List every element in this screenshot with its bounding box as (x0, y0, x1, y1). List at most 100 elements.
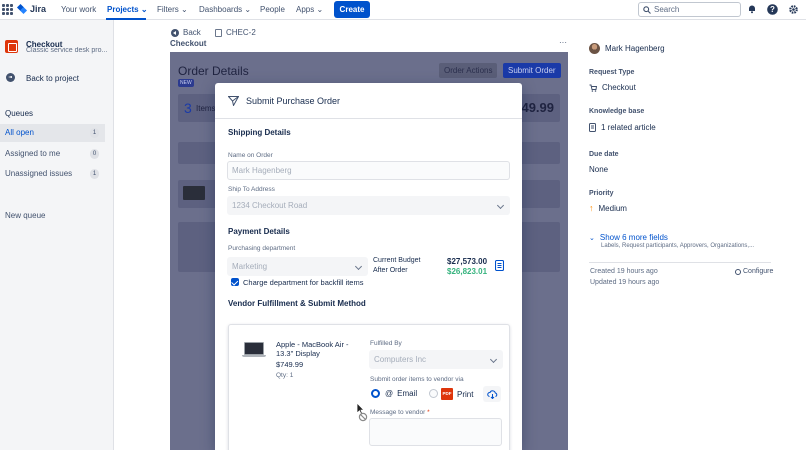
chevron-down-icon: ⌄ (589, 234, 595, 242)
avatar (589, 43, 600, 54)
back-button[interactable]: Back (171, 28, 201, 37)
project-avatar-icon (5, 40, 18, 53)
reporter-field[interactable]: Mark Hagenberg (589, 43, 665, 54)
after-order-value: $26,823.01 (447, 267, 488, 276)
nav-dashboards[interactable]: Dashboards ⌄ (199, 5, 251, 14)
queue-item-assigned-to-me[interactable]: Assigned to me 0 (0, 145, 105, 163)
knowledge-base-label: Knowledge base (589, 108, 645, 115)
laptop-thumbnail (183, 186, 205, 200)
queue-count: 1 (90, 169, 99, 179)
name-on-order-label: Name on Order (228, 152, 273, 159)
updated-timestamp: Updated 19 hours ago (590, 279, 660, 286)
product-name: Apple - MacBook Air - 13.3" Display (276, 340, 349, 358)
message-to-vendor-textarea[interactable] (369, 418, 502, 446)
nav-projects[interactable]: Projects ⌄ (107, 5, 148, 14)
chevron-down-icon: ⌄ (316, 5, 324, 14)
purchasing-department-select[interactable]: Marketing (227, 257, 368, 276)
divider (215, 118, 522, 119)
submit-purchase-order-dialog: Submit Purchase Order Shipping Details N… (215, 83, 522, 450)
create-button[interactable]: Create (334, 1, 370, 18)
ship-to-address-select[interactable]: 1234 Checkout Road (227, 196, 510, 215)
submit-order-button: Submit Order (503, 63, 561, 78)
project-sidebar: Checkout Classic service desk pro... Bac… (0, 20, 114, 450)
queue-count: 0 (90, 149, 99, 159)
help-icon[interactable]: ? (766, 3, 778, 15)
product-price: $749.99 (276, 360, 304, 369)
back-arrow-icon[interactable] (6, 73, 15, 82)
request-type-label: Request Type (589, 69, 635, 76)
email-option[interactable]: @ Email (385, 389, 417, 398)
priority-label: Priority (589, 190, 614, 197)
submit-via-label: Submit order items to vendor via (370, 376, 464, 383)
search-input[interactable]: Search (638, 2, 741, 17)
show-more-fields-button[interactable]: ⌄ Show 6 more fields (589, 233, 668, 242)
nav-filters[interactable]: Filters ⌄ (157, 5, 188, 14)
fulfilled-by-label: Fulfilled By (370, 340, 402, 347)
request-type-value[interactable]: Checkout (589, 83, 636, 92)
cart-icon (589, 84, 597, 92)
dialog-title: Submit Purchase Order (228, 96, 340, 106)
print-radio[interactable] (429, 389, 438, 398)
settings-gear-icon[interactable] (787, 3, 799, 15)
queue-item-unassigned[interactable]: Unassigned issues 1 (0, 165, 105, 183)
related-article-link[interactable]: 1 related article (589, 123, 656, 132)
background-more-icon: ··· (559, 38, 567, 47)
notifications-icon[interactable] (746, 3, 758, 15)
project-type: Classic service desk pro... (26, 47, 108, 54)
order-details-title: Order Details (178, 64, 249, 78)
message-to-vendor-label: Message to vendor * (370, 409, 430, 416)
issue-details-sidebar: Mark Hagenberg Request Type Checkout Kno… (589, 20, 806, 450)
nav-your-work[interactable]: Your work (61, 5, 96, 14)
after-order-label: After Order (373, 267, 408, 274)
order-actions-button: Order Actions (439, 63, 498, 78)
charge-department-label: Charge department for backfill items (243, 278, 364, 287)
pdf-icon: PDF (441, 388, 453, 400)
cloud-download-icon (486, 389, 497, 399)
due-date-label: Due date (589, 151, 619, 158)
due-date-value[interactable]: None (589, 165, 608, 174)
app-switcher-icon[interactable] (2, 4, 13, 15)
budget-details-icon[interactable] (494, 259, 505, 273)
current-budget-label: Current Budget (373, 257, 421, 264)
article-icon (589, 123, 596, 132)
chevron-down-icon: ⌄ (244, 5, 252, 14)
nav-people[interactable]: People (260, 5, 285, 14)
shipping-details-heading: Shipping Details (228, 128, 291, 137)
payment-details-heading: Payment Details (228, 227, 290, 236)
divider (589, 262, 771, 263)
name-on-order-field[interactable]: Mark Hagenberg (227, 161, 510, 180)
created-timestamp: Created 19 hours ago (590, 268, 658, 275)
mouse-cursor-icon (356, 402, 370, 424)
priority-medium-icon: ↑ (589, 203, 594, 213)
vendor-fulfillment-heading: Vendor Fulfillment & Submit Method (228, 299, 366, 308)
top-navigation: Jira Your work Projects ⌄ Filters ⌄ Dash… (0, 0, 806, 20)
back-to-project-link[interactable]: Back to project (26, 74, 79, 83)
charge-department-checkbox[interactable] (231, 278, 239, 286)
jira-logo[interactable]: Jira (18, 4, 46, 14)
nav-apps[interactable]: Apps ⌄ (296, 5, 323, 14)
at-sign-icon: @ (385, 389, 394, 398)
chevron-down-icon: ⌄ (140, 5, 148, 14)
search-icon (643, 6, 651, 14)
current-budget-value: $27,573.00 (447, 257, 488, 266)
new-queue-link[interactable]: New queue (5, 211, 45, 220)
queue-item-all-open[interactable]: All open 1 (0, 124, 105, 142)
configure-link[interactable]: Configure (735, 268, 773, 275)
issue-type-icon (215, 28, 222, 37)
download-button[interactable] (483, 386, 501, 402)
issue-key-breadcrumb[interactable]: CHEC-2 (215, 28, 256, 37)
new-badge: NEW (178, 79, 194, 87)
queues-heading: Queues (5, 109, 34, 118)
chevron-down-icon (489, 355, 498, 364)
print-option[interactable]: Print (457, 390, 473, 399)
ship-to-address-label: Ship To Address (228, 186, 275, 193)
back-arrow-icon (171, 28, 179, 37)
email-radio[interactable] (371, 389, 380, 398)
jira-logo-icon (18, 4, 27, 14)
fulfilled-by-select[interactable]: Computers Inc (369, 350, 503, 369)
purchasing-department-label: Purchasing department (228, 245, 296, 252)
send-icon (228, 96, 239, 106)
priority-value[interactable]: ↑ Medium (589, 203, 627, 213)
svg-text:?: ? (770, 5, 775, 14)
configure-gear-icon (735, 268, 741, 275)
